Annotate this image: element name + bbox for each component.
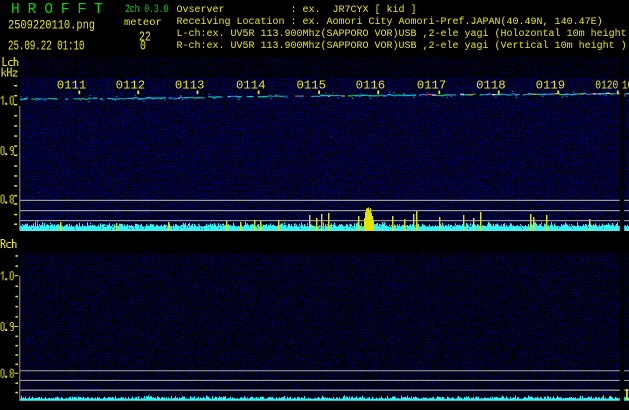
svg-text:Ovserver : ex. JR7C: Ovserver : ex. JR7CYX [ kid ] — [177, 4, 417, 16]
svg-text:H R O F F T: H R O F F T — [11, 2, 103, 18]
svg-text:2509220110.png: 2509220110.png — [8, 17, 95, 33]
svg-text:Receiving Location : ex. Aomor: Receiving Location : ex. Aomori City Aom… — [177, 16, 603, 28]
svg-text:0120: 0120 — [595, 80, 618, 93]
svg-text:0113: 0113 — [175, 79, 205, 93]
svg-text:0: 0 — [140, 38, 146, 54]
svg-text:0112: 0112 — [116, 79, 146, 93]
svg-text:0117: 0117 — [417, 79, 447, 93]
svg-text:0111: 0111 — [57, 79, 87, 93]
svg-text:0119: 0119 — [536, 79, 566, 93]
svg-text:R-ch:ex. UV5R 113.900Mhz(SAPPO: R-ch:ex. UV5R 113.900Mhz(SAPPORO VOR)USB… — [177, 40, 627, 52]
svg-text:2ch 0.3.0: 2ch 0.3.0 — [125, 3, 168, 16]
svg-text:10: 10 — [622, 80, 629, 93]
svg-text:meteor: meteor — [124, 17, 162, 29]
svg-text:L-ch:ex. UV5R 113.900Mhz(SAPPO: L-ch:ex. UV5R 113.900Mhz(SAPPORO VOR)USB… — [177, 28, 627, 40]
svg-text:0114: 0114 — [236, 79, 266, 93]
svg-text:0115: 0115 — [297, 79, 327, 93]
svg-text:25.09.22 01:10: 25.09.22 01:10 — [8, 39, 85, 54]
svg-text:0116: 0116 — [356, 79, 386, 93]
svg-text:0118: 0118 — [476, 79, 506, 93]
